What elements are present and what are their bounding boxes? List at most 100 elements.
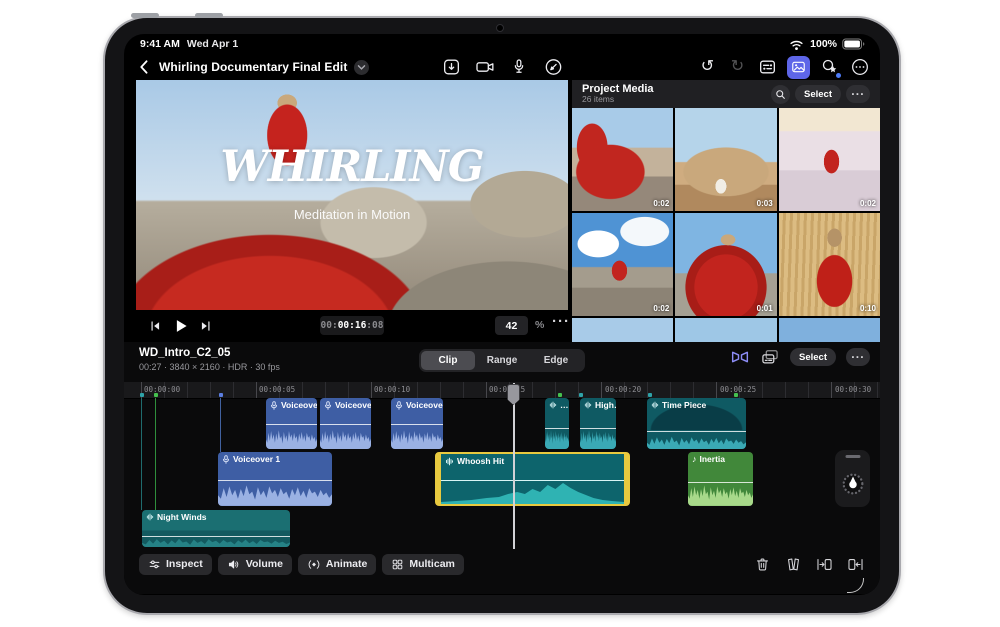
media-thumbnail[interactable]: 0:02: [778, 108, 880, 211]
project-menu-button[interactable]: [354, 59, 370, 75]
viewer-more-button[interactable]: ···: [552, 313, 570, 330]
record-voiceover-button[interactable]: [509, 57, 530, 78]
chevron-down-icon: [358, 64, 366, 70]
photo-icon: [792, 61, 805, 73]
clip-name: Inertia: [699, 454, 726, 464]
timeline-clip-voiceover2b[interactable]: Voiceover 2: [320, 398, 371, 449]
media-thumbnail[interactable]: 0:10: [778, 213, 880, 316]
play-icon: [176, 320, 187, 332]
jog-wheel-widget[interactable]: [835, 450, 870, 507]
media-thumbnail[interactable]: 0:02: [572, 213, 674, 316]
timeline-clip-voiceover3[interactable]: Voiceover 3: [391, 398, 443, 449]
overwrite-clip-button[interactable]: [847, 556, 864, 573]
media-search-button[interactable]: [771, 84, 790, 104]
grid-icon: [393, 559, 403, 569]
battery-icon: [842, 38, 866, 50]
media-thumbnail[interactable]: [675, 318, 777, 342]
timeline-clip-voiceover1[interactable]: Voiceover 1: [218, 452, 332, 506]
back-button[interactable]: [138, 59, 149, 75]
timeline-clip-timepiece[interactable]: Time Piece: [647, 398, 746, 449]
mode-range[interactable]: Range: [475, 351, 529, 370]
connect-clips-button[interactable]: [730, 347, 750, 367]
timeline-panel: WD_Intro_C2_05 00:27 · 3840 × 2160 · HDR…: [124, 342, 880, 594]
media-thumbnail[interactable]: 0:01: [675, 213, 777, 316]
skip-to-start-button[interactable]: [148, 319, 162, 333]
media-thumbnail[interactable]: 0:02: [572, 108, 674, 211]
undo-button[interactable]: ↺: [697, 57, 718, 78]
skip-back-icon: [151, 321, 160, 331]
import-media-button[interactable]: [441, 57, 462, 78]
timeline-toolbar: Inspect Volume Animate Multicam: [124, 550, 880, 578]
clip-duration: 0:03: [756, 199, 773, 208]
more-button[interactable]: [849, 57, 870, 78]
clip-name: Voiceover 3: [406, 400, 443, 410]
front-camera: [496, 24, 504, 32]
multicam-button[interactable]: Multicam: [382, 553, 464, 575]
timeline-select-button[interactable]: Select: [790, 348, 836, 366]
connection-line: [220, 398, 221, 452]
media-panel-header: Project Media 26 items Select ···: [572, 80, 880, 108]
media-thumbnail[interactable]: 0:03: [675, 108, 777, 211]
viewer-zoom-value[interactable]: 42: [495, 316, 528, 335]
effects-button[interactable]: [819, 57, 841, 78]
volume-button[interactable]: Volume: [217, 553, 292, 575]
waveform-icon: [549, 401, 557, 409]
pencil-tool-button[interactable]: [543, 57, 564, 78]
media-more-button[interactable]: ···: [846, 85, 870, 103]
timeline-clip-voiceover2[interactable]: Voiceover 2: [266, 398, 317, 449]
timeline-clip-whoosh-hit-selected[interactable]: Whoosh Hit: [435, 452, 630, 506]
ipad-frame: 9:41 AM Wed Apr 1 100% Whirling Document…: [103, 13, 901, 615]
timeline-clip-inertia[interactable]: ♪ Inertia: [688, 452, 753, 506]
tool-label: Multicam: [409, 558, 455, 570]
record-video-button[interactable]: [475, 57, 496, 78]
delete-button[interactable]: [754, 556, 771, 573]
sliders-icon: [149, 560, 160, 568]
clip-marker-dot: [648, 393, 652, 397]
timeline-clip-high[interactable]: High…: [580, 398, 616, 449]
waveform-icon: [146, 513, 154, 521]
clip-marker-dot: [219, 393, 223, 397]
clip-duration: 0:01: [756, 304, 773, 313]
timeline-ruler[interactable]: 00:00:00 00:00:05 00:00:10 00:00:15 00:0…: [124, 382, 880, 399]
pencil-icon: [545, 59, 561, 75]
playhead-handle[interactable]: [507, 384, 520, 405]
mic-icon: [222, 454, 230, 464]
playhead-line[interactable]: [513, 383, 515, 549]
redo-button[interactable]: ↻: [727, 57, 748, 78]
speaker-icon: [228, 560, 239, 568]
clip-duration: 0:10: [859, 304, 876, 313]
insert-clip-button[interactable]: [816, 556, 833, 573]
battery-percent: 100%: [810, 38, 837, 50]
timeline-clip-title: WD_Intro_C2_05: [139, 347, 231, 359]
edit-mode-segmented-control: Clip Range Edge: [419, 349, 585, 372]
media-thumbnail[interactable]: [778, 318, 880, 342]
animate-button[interactable]: Animate: [297, 553, 377, 575]
timecode-display[interactable]: 00: 00:16:08: [320, 316, 384, 335]
skip-forward-icon: [201, 321, 210, 331]
media-thumbnail[interactable]: [572, 318, 674, 342]
media-select-button[interactable]: Select: [795, 85, 841, 103]
clip-appearance-icon: [762, 350, 778, 364]
undo-icon: ↺: [700, 58, 715, 75]
video-viewer[interactable]: WHIRLING Meditation in Motion: [136, 80, 568, 310]
clip-appearance-button[interactable]: [760, 347, 780, 367]
ruler-label: 00:00:25: [720, 385, 757, 394]
timeline-clip-truncated[interactable]: …: [545, 398, 569, 449]
play-button[interactable]: [172, 317, 190, 335]
mode-clip[interactable]: Clip: [421, 351, 475, 370]
timeline-clip-night-winds[interactable]: Night Winds: [142, 510, 290, 547]
timeline-more-button[interactable]: ···: [846, 348, 870, 366]
more-icon: [851, 59, 868, 75]
waveform-icon: [445, 457, 454, 466]
inspect-button[interactable]: Inspect: [139, 553, 212, 575]
mode-edge[interactable]: Edge: [529, 351, 583, 370]
media-browser-button[interactable]: [787, 55, 810, 79]
insert-icon: [817, 558, 832, 570]
volume-up-button: [131, 13, 159, 18]
viewer-overlay-title: WHIRLING: [220, 142, 484, 192]
clip-duration: 0:02: [653, 199, 670, 208]
blade-split-button[interactable]: [785, 556, 802, 573]
skip-to-end-button[interactable]: [199, 319, 213, 333]
inspector-button[interactable]: [757, 57, 778, 78]
drag-handle[interactable]: [845, 455, 860, 458]
